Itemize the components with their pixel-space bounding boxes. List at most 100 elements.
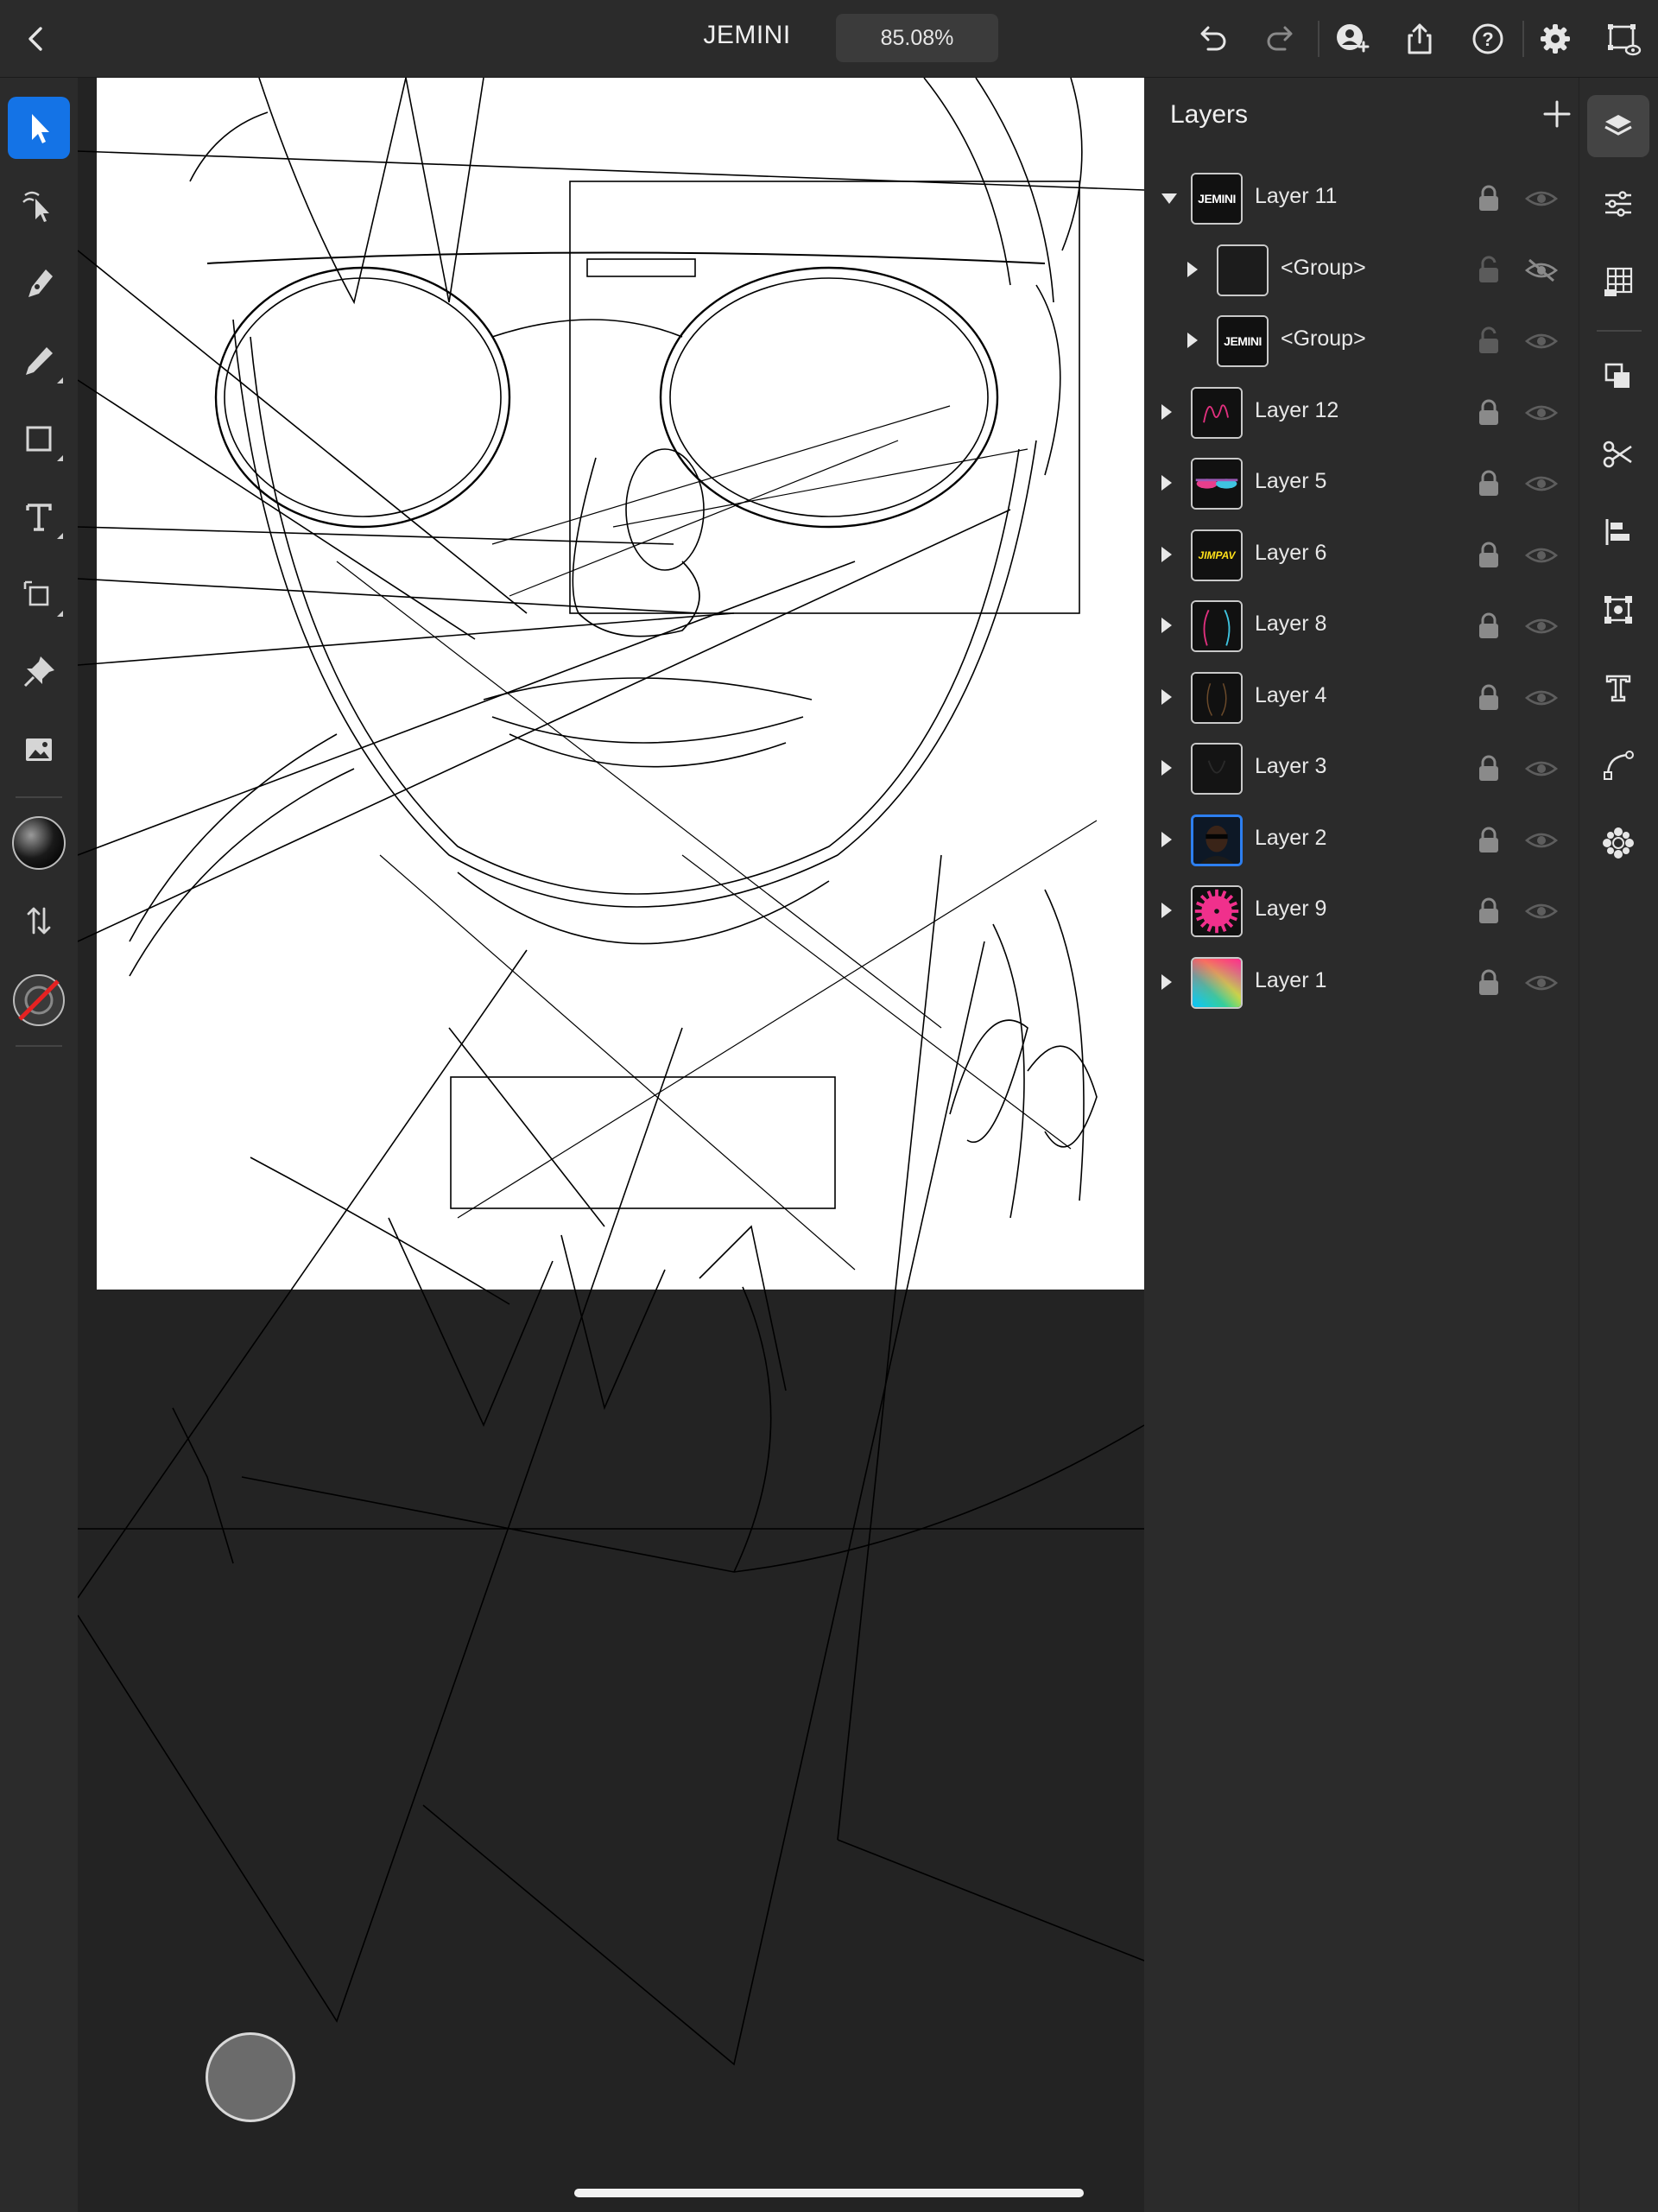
lock-icon[interactable]: [1474, 682, 1503, 713]
layer-name[interactable]: Layer 8: [1255, 612, 1326, 637]
transform-icon[interactable]: [8, 563, 70, 625]
path-icon[interactable]: [1587, 734, 1649, 796]
unlock-icon[interactable]: [1474, 255, 1503, 286]
unlock-icon[interactable]: [1474, 326, 1503, 357]
visibility-icon[interactable]: [1524, 399, 1559, 427]
transform-box-icon[interactable]: [1587, 579, 1649, 641]
lock-icon[interactable]: [1474, 825, 1503, 856]
layers-icon[interactable]: [1587, 95, 1649, 157]
text-tool-icon[interactable]: [8, 485, 70, 548]
layer-group-row[interactable]: <Group>: [1144, 236, 1579, 307]
layer-row[interactable]: Layer 1: [1144, 948, 1579, 1019]
align-icon[interactable]: [1587, 501, 1649, 563]
scissors-icon[interactable]: [1587, 423, 1649, 485]
stroke-none-icon[interactable]: [8, 969, 70, 1031]
expand-arrow-icon[interactable]: [1187, 333, 1198, 348]
lock-icon[interactable]: [1474, 397, 1503, 428]
lock-icon[interactable]: [1474, 183, 1503, 214]
pin-icon[interactable]: [8, 641, 70, 703]
layer-name[interactable]: Layer 11: [1255, 184, 1337, 209]
visibility-icon[interactable]: [1524, 612, 1559, 640]
layer-row[interactable]: Layer 4: [1144, 663, 1579, 734]
rectangle-icon[interactable]: [8, 408, 70, 470]
visibility-icon[interactable]: [1524, 470, 1559, 498]
hidden-visibility-icon[interactable]: [1524, 257, 1559, 284]
lock-icon[interactable]: [1474, 896, 1503, 927]
pen-icon[interactable]: [8, 252, 70, 314]
layer-name[interactable]: <Group>: [1281, 326, 1366, 352]
layer-thumbnail: [1191, 386, 1243, 439]
add-layer-icon[interactable]: [1540, 97, 1574, 131]
visibility-icon[interactable]: [1524, 327, 1559, 355]
visibility-icon[interactable]: [1524, 684, 1559, 712]
expand-arrow-icon[interactable]: [1161, 903, 1172, 918]
layer-name[interactable]: Layer 3: [1255, 754, 1326, 779]
layer-name[interactable]: Layer 4: [1255, 683, 1326, 708]
expand-arrow-icon[interactable]: [1161, 831, 1172, 847]
visibility-icon[interactable]: [1524, 755, 1559, 783]
layer-name[interactable]: Layer 1: [1255, 968, 1326, 993]
lock-icon[interactable]: [1474, 611, 1503, 642]
repeat-icon[interactable]: [1587, 812, 1649, 874]
type-icon[interactable]: [1587, 656, 1649, 719]
expand-arrow-icon[interactable]: [1161, 475, 1172, 491]
layer-name[interactable]: Layer 9: [1255, 897, 1326, 922]
visibility-icon[interactable]: [1524, 827, 1559, 854]
visibility-icon[interactable]: [1524, 969, 1559, 997]
back-chevron-icon[interactable]: [14, 16, 60, 62]
expand-arrow-icon[interactable]: [1161, 403, 1172, 420]
layer-row[interactable]: JEMINI Layer 11: [1144, 164, 1579, 235]
layer-row[interactable]: Layer 5: [1144, 449, 1579, 520]
canvas-area[interactable]: [78, 78, 1144, 2212]
layer-name[interactable]: <Group>: [1281, 256, 1366, 281]
layer-row[interactable]: JIMPAV Layer 6: [1144, 521, 1579, 592]
layer-row[interactable]: Layer 8: [1144, 592, 1579, 662]
layer-row[interactable]: Layer 12: [1144, 378, 1579, 449]
share-icon[interactable]: [1396, 16, 1443, 62]
layer-name[interactable]: Layer 6: [1255, 541, 1326, 566]
help-icon[interactable]: ?: [1465, 16, 1511, 62]
settings-gear-icon[interactable]: [1532, 16, 1579, 62]
swap-icon[interactable]: [8, 890, 70, 952]
invite-user-icon[interactable]: [1328, 16, 1375, 62]
undo-icon[interactable]: [1188, 16, 1235, 62]
expand-arrow-icon[interactable]: [1161, 760, 1172, 776]
collapse-arrow-icon[interactable]: [1161, 193, 1177, 204]
grid-icon[interactable]: [1587, 250, 1649, 313]
arrange-icon[interactable]: [1587, 345, 1649, 408]
image-icon[interactable]: [8, 719, 70, 781]
pencil-icon[interactable]: [8, 330, 70, 392]
zoom-level[interactable]: 85.08%: [836, 14, 998, 62]
artboard-preview-icon[interactable]: [1599, 16, 1646, 62]
selection-arrow-icon[interactable]: [8, 97, 70, 159]
vector-outline-artwork[interactable]: [78, 78, 1144, 2212]
layer-row[interactable]: Layer 3: [1144, 734, 1579, 805]
lock-icon[interactable]: [1474, 967, 1503, 998]
redo-icon[interactable]: [1258, 16, 1305, 62]
layer-name[interactable]: Layer 12: [1255, 398, 1338, 423]
document-title[interactable]: JEMINI: [682, 21, 812, 50]
lock-icon[interactable]: [1474, 468, 1503, 499]
expand-arrow-icon[interactable]: [1161, 688, 1172, 705]
visibility-icon[interactable]: [1524, 185, 1559, 212]
floating-touch-shortcut[interactable]: [206, 2032, 295, 2122]
visibility-icon[interactable]: [1524, 542, 1559, 569]
direct-selection-icon[interactable]: [8, 174, 70, 237]
properties-icon[interactable]: [1587, 173, 1649, 235]
expand-arrow-icon[interactable]: [1187, 261, 1198, 277]
tools-toolbar: [0, 78, 78, 2212]
visibility-icon[interactable]: [1524, 897, 1559, 925]
expand-arrow-icon[interactable]: [1161, 618, 1172, 633]
layer-name[interactable]: Layer 5: [1255, 469, 1326, 494]
expand-arrow-icon[interactable]: [1161, 973, 1172, 990]
layer-name[interactable]: Layer 2: [1255, 826, 1326, 851]
layer-thumbnail: [1191, 600, 1243, 652]
layer-row[interactable]: Layer 9: [1144, 877, 1579, 948]
layer-group-row[interactable]: JEMINI <Group>: [1144, 307, 1579, 377]
expand-arrow-icon[interactable]: [1161, 546, 1172, 562]
lock-icon[interactable]: [1474, 753, 1503, 784]
layer-row[interactable]: Layer 2: [1144, 806, 1579, 877]
lock-icon[interactable]: [1474, 540, 1503, 571]
fill-swatch-icon[interactable]: [8, 812, 70, 874]
home-indicator[interactable]: [574, 2189, 1084, 2197]
